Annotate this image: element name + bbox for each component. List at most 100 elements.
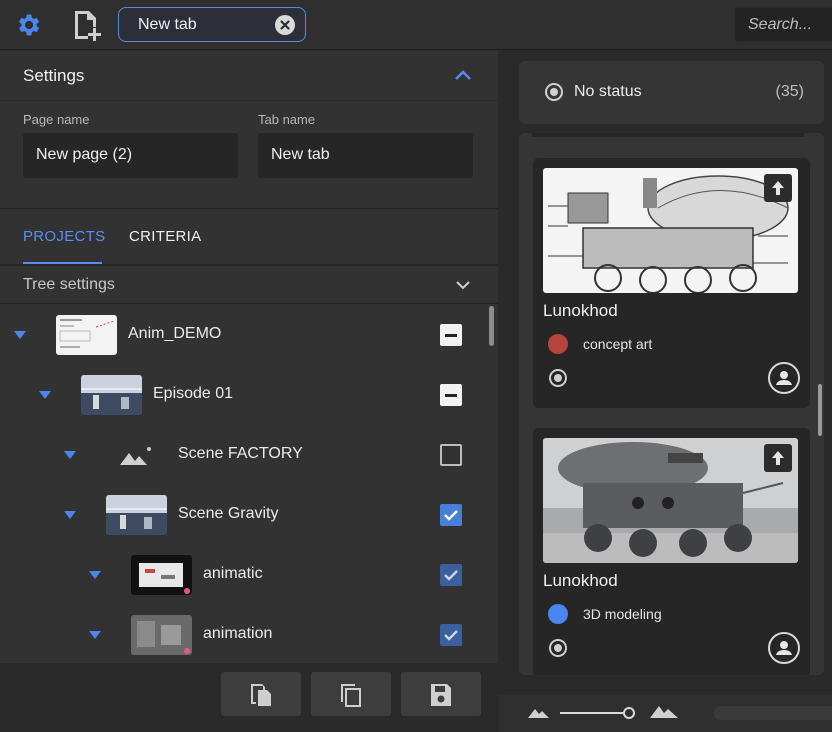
tree-checkbox[interactable]: [440, 624, 462, 646]
tab-name-value: New tab: [271, 146, 330, 163]
check-icon: [444, 570, 458, 581]
paste-button[interactable]: [221, 672, 301, 716]
tree-checkbox[interactable]: [440, 504, 462, 526]
card-list-scrollbar[interactable]: [818, 384, 822, 436]
zoom-slider-handle[interactable]: [623, 707, 635, 719]
status-label: No status: [574, 83, 642, 100]
copy-icon: [341, 684, 361, 707]
settings-header[interactable]: Settings: [0, 51, 498, 101]
card-image: [543, 438, 798, 563]
left-panel: Settings Page name New page (2) Tab name…: [0, 51, 498, 732]
copy-button[interactable]: [311, 672, 391, 716]
asset-card[interactable]: Lunokhod 3D modeling: [533, 428, 810, 675]
tab-bar: PROJECTS CRITERIA: [0, 209, 498, 265]
tree-row-label: Episode 01: [153, 385, 234, 402]
tree-row-label: Anim_DEMO: [128, 325, 222, 342]
search-input[interactable]: Search...: [734, 7, 832, 42]
tree-checkbox[interactable]: [440, 384, 462, 406]
close-icon[interactable]: [275, 15, 295, 35]
tree-row[interactable]: Scene Gravity: [0, 485, 490, 545]
status-dot: [548, 604, 568, 624]
status-count: (35): [775, 83, 804, 100]
arrow-up-icon: [772, 451, 784, 465]
tree-checkbox[interactable]: [440, 324, 462, 346]
tree-settings-label: Tree settings: [23, 276, 115, 293]
thumbnail: [131, 615, 192, 655]
image-large-icon: [650, 706, 678, 718]
card-title: Lunokhod: [543, 301, 618, 320]
caret-down-icon[interactable]: [89, 631, 101, 639]
page-name-label: Page name: [23, 112, 90, 127]
upload-button[interactable]: [764, 444, 792, 472]
tree-row[interactable]: animation: [0, 605, 490, 663]
page-name-value: New page (2): [36, 146, 133, 163]
zoom-bar: [499, 695, 832, 732]
thumbnail: [56, 315, 117, 355]
tree-row[interactable]: Anim_DEMO: [0, 305, 490, 365]
user-icon: [776, 641, 792, 655]
tab-criteria[interactable]: CRITERIA: [129, 228, 201, 245]
caret-down-icon[interactable]: [39, 391, 51, 399]
radio-icon[interactable]: [545, 83, 563, 101]
thumbnail: [106, 495, 167, 535]
zoom-slider-track[interactable]: [560, 712, 626, 714]
check-icon: [444, 510, 458, 521]
status-dot: [548, 334, 568, 354]
avatar[interactable]: [768, 362, 800, 394]
caret-down-icon[interactable]: [89, 571, 101, 579]
right-panel: No status (35) Lunokhod concept art Luno…: [499, 51, 832, 732]
tab-chip-label: New tab: [138, 16, 197, 33]
chevron-up-icon[interactable]: [454, 69, 472, 81]
settings-title: Settings: [23, 66, 85, 85]
tree-row[interactable]: Episode 01: [0, 365, 490, 425]
new-page-icon[interactable]: [72, 9, 102, 41]
card-tag: concept art: [583, 336, 653, 352]
card-tag: 3D modeling: [583, 606, 662, 622]
tree-checkbox[interactable]: [440, 564, 462, 586]
card-list: Lunokhod concept art Lunokhod 3D modelin…: [519, 133, 824, 675]
tree-row-label: Scene Gravity: [178, 505, 279, 522]
tab-name-label: Tab name: [258, 112, 316, 127]
image-small-icon: [528, 709, 549, 718]
radio-icon[interactable]: [549, 639, 567, 657]
check-icon: [444, 630, 458, 641]
tree-row-label: animatic: [203, 565, 263, 582]
save-button[interactable]: [401, 672, 481, 716]
top-bar: New tab Search...: [0, 0, 832, 50]
tab-projects[interactable]: PROJECTS: [23, 228, 105, 245]
gear-icon[interactable]: [14, 11, 42, 39]
status-group-header[interactable]: No status (35): [519, 61, 824, 124]
save-icon: [431, 684, 451, 706]
arrow-up-icon: [772, 181, 784, 195]
tab-name-field[interactable]: New tab: [258, 133, 473, 178]
paste-icon: [251, 684, 271, 706]
caret-down-icon[interactable]: [64, 511, 76, 519]
user-icon: [776, 371, 792, 385]
image-placeholder-icon: [120, 447, 151, 465]
project-tree: Anim_DEMO Episode 01 Scene FACTORY Scene…: [0, 305, 498, 663]
chevron-down-icon[interactable]: [455, 280, 471, 290]
tree-row[interactable]: Scene FACTORY: [0, 425, 490, 485]
caret-down-icon[interactable]: [14, 331, 26, 339]
tab-chip[interactable]: New tab: [118, 7, 306, 42]
tree-settings[interactable]: Tree settings: [0, 266, 498, 304]
thumbnail: [81, 375, 142, 415]
horizontal-scrollbar[interactable]: [714, 706, 832, 720]
thumbnail: [131, 555, 192, 595]
page-name-field[interactable]: New page (2): [23, 133, 238, 178]
tree-row[interactable]: animatic: [0, 545, 490, 605]
card-title: Lunokhod: [543, 571, 618, 590]
avatar[interactable]: [768, 632, 800, 664]
card-image: [543, 168, 798, 293]
tree-scrollbar[interactable]: [489, 306, 494, 346]
tree-row-label: Scene FACTORY: [178, 445, 303, 462]
bottom-actions: [0, 663, 498, 732]
tree-row-label: animation: [203, 625, 273, 642]
caret-down-icon[interactable]: [64, 451, 76, 459]
search-placeholder: Search...: [748, 16, 813, 33]
tree-checkbox[interactable]: [440, 444, 462, 466]
divider: [532, 133, 804, 137]
upload-button[interactable]: [764, 174, 792, 202]
asset-card[interactable]: Lunokhod concept art: [533, 158, 810, 408]
radio-icon[interactable]: [549, 369, 567, 387]
